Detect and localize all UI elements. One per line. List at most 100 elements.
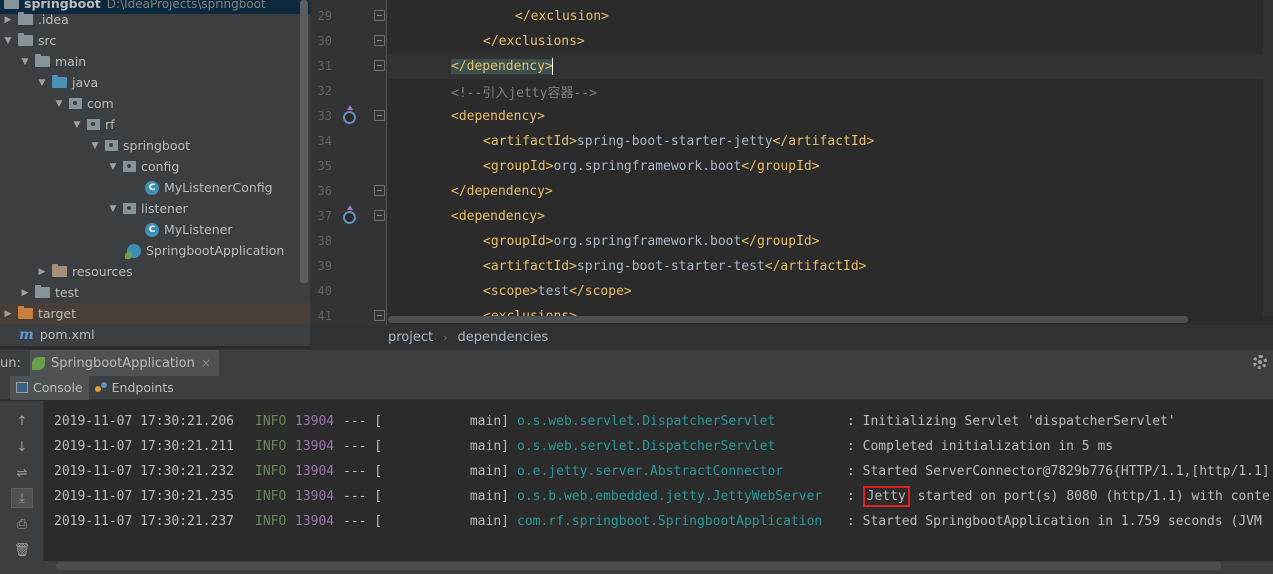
- fold-icon[interactable]: [374, 10, 385, 21]
- line-number: 41: [317, 309, 332, 323]
- editor-horizontal-scrollbar[interactable]: [388, 316, 1188, 323]
- maven-icon: m: [19, 326, 34, 343]
- folder-icon: [4, 0, 19, 9]
- log-message: : Completed initialization in 5 ms: [847, 439, 1114, 454]
- soft-wrap-icon[interactable]: ⇌: [11, 463, 33, 483]
- xml-tag: <groupId>: [483, 234, 554, 249]
- tree-item-com[interactable]: ▼ com: [0, 93, 310, 114]
- chevron-down-icon[interactable]: ▼: [71, 119, 83, 131]
- tree-item-config[interactable]: ▼ config: [0, 156, 310, 177]
- line-number: 38: [317, 234, 332, 248]
- chevron-down-icon[interactable]: ▼: [2, 35, 14, 47]
- tree-item-label: SpringbootApplication: [146, 243, 285, 258]
- chevron-down-icon[interactable]: ▼: [89, 140, 101, 152]
- fold-icon[interactable]: [374, 210, 385, 221]
- run-config-tab[interactable]: SpringbootApplication ×: [30, 350, 219, 376]
- print-icon[interactable]: ⎙: [11, 514, 33, 534]
- project-tree: springboot D:\IdeaProjects\springboot ▶ …: [0, 0, 310, 346]
- log-logger[interactable]: o.s.b.web.embedded.jetty.JettyWebServer: [517, 489, 847, 504]
- log-logger[interactable]: com.rf.springboot.SpringbootApplication: [517, 514, 847, 529]
- code-line: </exclusion>: [388, 4, 1273, 29]
- log-separator: --- [: [343, 514, 383, 529]
- endpoints-icon: [94, 381, 108, 394]
- xml-tag: </groupId>: [741, 234, 820, 249]
- arrow-down-icon[interactable]: ↓: [11, 437, 33, 457]
- log-thread: main]: [469, 464, 509, 479]
- log-thread: main]: [469, 514, 509, 529]
- log-level: INFO: [255, 464, 287, 479]
- tree-item-target[interactable]: ▶ target: [0, 303, 310, 324]
- override-icon[interactable]: [343, 105, 356, 124]
- breadcrumb-item-dependencies[interactable]: dependencies: [458, 330, 549, 345]
- xml-tag: <artifactId>: [483, 134, 577, 149]
- tree-item-mylistener[interactable]: C MyListener: [0, 219, 310, 240]
- console-horizontal-scrollbar[interactable]: [56, 562, 1221, 570]
- chevron-down-icon[interactable]: ▼: [36, 77, 48, 89]
- tree-item-main[interactable]: ▼ main: [0, 51, 310, 72]
- tree-item-label: src: [38, 33, 57, 48]
- tree-item-springbootapplication[interactable]: SpringbootApplication: [0, 240, 310, 261]
- chevron-right-icon[interactable]: ▶: [2, 14, 14, 26]
- tree-item-pom[interactable]: m pom.xml: [0, 324, 310, 345]
- code-line: <scope> test </scope>: [388, 279, 1273, 304]
- package-icon: [123, 161, 136, 172]
- chevron-down-icon[interactable]: ▼: [107, 203, 119, 215]
- xml-tag: </exclusions>: [483, 34, 585, 49]
- trash-icon[interactable]: 🗑: [11, 540, 33, 560]
- tree-item-idea[interactable]: ▶ .idea: [0, 9, 310, 30]
- tree-item-listener[interactable]: ▼ listener: [0, 198, 310, 219]
- breadcrumb-item-project[interactable]: project: [388, 330, 433, 345]
- tree-item-test[interactable]: ▶ test: [0, 282, 310, 303]
- console-icon: [16, 382, 28, 393]
- chevron-right-icon[interactable]: ▶: [36, 266, 48, 278]
- tree-item-resources[interactable]: ▶ resources: [0, 261, 310, 282]
- log-separator: --- [: [343, 489, 383, 504]
- chevron-right-icon[interactable]: ▶: [2, 308, 14, 320]
- tab-endpoints[interactable]: Endpoints: [89, 376, 180, 400]
- chevron-right-icon[interactable]: ▶: [19, 287, 31, 299]
- arrow-up-icon[interactable]: ↑: [11, 411, 33, 431]
- fold-icon[interactable]: [374, 60, 385, 71]
- error-stripe: [1263, 0, 1273, 316]
- tree-item-java[interactable]: ▼ java: [0, 72, 310, 93]
- close-icon[interactable]: ×: [201, 356, 211, 370]
- log-thread: main]: [469, 489, 509, 504]
- fold-icon[interactable]: [374, 35, 385, 46]
- log-thread: main]: [469, 439, 509, 454]
- log-message: : Started SpringbootApplication in 1.759…: [847, 514, 1262, 529]
- tab-console[interactable]: Console: [10, 375, 89, 400]
- line-number: 37: [317, 209, 332, 223]
- tree-item-springboot[interactable]: ▼ springboot: [0, 135, 310, 156]
- log-pid: 13904: [295, 414, 335, 429]
- tree-item-src[interactable]: ▼ src: [0, 30, 310, 51]
- xml-tag: </dependency>: [451, 184, 553, 199]
- xml-text: spring-boot-starter-jetty: [576, 134, 773, 149]
- log-timestamp: 2019-11-07 17:30:21.235: [54, 489, 235, 504]
- chevron-right-icon: ›: [443, 330, 448, 344]
- console-output[interactable]: 2019-11-07 17:30:21.206 INFO 13904 --- [mai…: [44, 401, 1273, 561]
- tree-item-rf[interactable]: ▼ rf: [0, 114, 310, 135]
- fold-icon[interactable]: [374, 185, 385, 196]
- log-logger[interactable]: o.s.web.servlet.DispatcherServlet: [517, 414, 847, 429]
- chevron-down-icon[interactable]: ▼: [19, 56, 31, 68]
- excluded-folder-icon: [18, 306, 33, 319]
- fold-icon[interactable]: [374, 310, 385, 321]
- log-separator: --- [: [343, 464, 383, 479]
- tree-scrollbar[interactable]: [300, 0, 308, 283]
- tree-item-mylistenerconfig[interactable]: C MyListenerConfig: [0, 177, 310, 198]
- log-logger[interactable]: o.s.web.servlet.DispatcherServlet: [517, 439, 847, 454]
- code-line: <groupId> org.springframework.boot </group…: [388, 154, 1273, 179]
- highlight-box-jetty: Jetty: [862, 486, 910, 507]
- run-tab-label: SpringbootApplication: [51, 355, 195, 371]
- fold-icon[interactable]: [374, 110, 385, 121]
- override-icon[interactable]: [343, 205, 356, 224]
- chevron-down-icon[interactable]: ▼: [107, 161, 119, 173]
- log-line: 2019-11-07 17:30:21.235 INFO 13904 --- [mai…: [54, 484, 1270, 509]
- scroll-to-end-icon[interactable]: ⤓: [11, 488, 33, 508]
- console-toolbar: ↑ ↓ ⇌ ⤓ ⎙ 🗑: [0, 401, 44, 561]
- log-logger[interactable]: o.e.jetty.server.AbstractConnector: [517, 464, 847, 479]
- code-editor[interactable]: 29 30 31 32 33 34 35 36 37 38 39 40 41 <…: [310, 0, 1273, 325]
- tab-label: Endpoints: [111, 380, 174, 395]
- chevron-down-icon[interactable]: ▼: [53, 98, 65, 110]
- gear-icon[interactable]: [1253, 355, 1267, 369]
